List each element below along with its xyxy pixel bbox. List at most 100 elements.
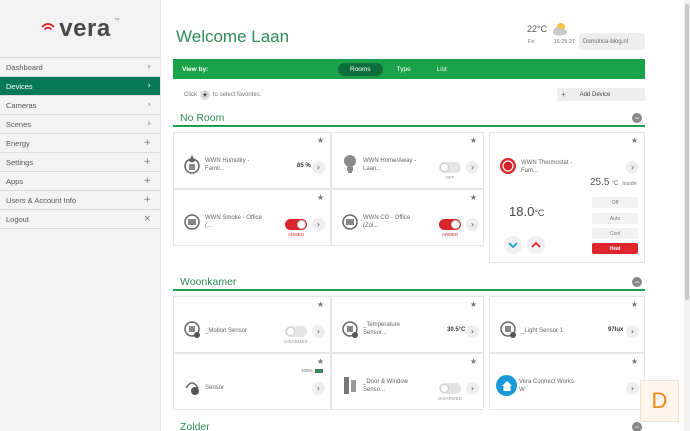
device-details-button[interactable]: › <box>312 161 325 174</box>
device-name[interactable]: WWN CO - Office (Zol... <box>363 214 423 230</box>
favorite-star-icon[interactable]: ★ <box>631 300 638 309</box>
favorite-star-icon[interactable]: ★ <box>470 357 477 366</box>
battery-indicator: 100% <box>301 368 323 373</box>
device-name[interactable]: _Light Sensor 1 <box>521 327 581 335</box>
sidebar-item-cameras[interactable]: Cameras › <box>0 96 160 115</box>
favorites-hint: Click ★ to select favorites. <box>184 90 261 100</box>
battery-fill <box>315 369 322 372</box>
device-card-vera-connect: ★ Vera Connect Works W › <box>489 353 645 410</box>
device-toggle[interactable] <box>439 162 461 173</box>
device-details-button[interactable]: › <box>626 382 639 395</box>
chevron-right-icon: › <box>147 62 151 72</box>
collapse-button[interactable]: − <box>632 113 642 123</box>
mode-heat-button[interactable]: Heat <box>592 243 638 254</box>
sidebar-item-dashboard[interactable]: Dashboard › <box>0 58 160 77</box>
favorite-star-icon[interactable]: ★ <box>470 136 477 145</box>
chevron-down-icon <box>508 242 518 248</box>
vera-logo[interactable]: vera ™ <box>0 0 160 57</box>
tab-rooms[interactable]: Rooms <box>338 63 383 76</box>
room-header-woonkamer: Woonkamer − <box>173 275 645 291</box>
device-details-button[interactable]: › <box>466 218 479 231</box>
device-name[interactable]: _Temperature Sensor... <box>363 321 423 337</box>
favorite-star-icon[interactable]: ★ <box>317 136 324 145</box>
device-name[interactable]: WWN Home/Away - Laan... <box>363 157 423 173</box>
smoke-detector-icon <box>184 214 200 230</box>
logo-trademark: ™ <box>113 18 120 24</box>
device-state: DISARMED <box>438 396 462 401</box>
device-details-button[interactable]: › <box>466 382 479 395</box>
device-name[interactable]: WWN Smoke - Office (... <box>205 214 265 230</box>
sidebar-nav: Dashboard › Devices › Cameras › Scenes › Ene… <box>0 57 160 229</box>
device-details-button[interactable]: › <box>312 325 325 338</box>
view-tabs: Rooms Type List <box>338 63 459 76</box>
add-device-button[interactable]: + Add Device <box>557 88 645 101</box>
current-temperature: 25.5 °C Inside <box>590 177 637 188</box>
scrollbar[interactable] <box>684 0 690 431</box>
device-name[interactable]: WWN Thermostat - Fam... <box>521 159 581 175</box>
door-sensor-icon <box>344 377 356 394</box>
setpoint-value: 18.0 <box>509 204 535 219</box>
favorite-star-icon[interactable]: ★ <box>631 136 638 145</box>
sidebar-item-scenes[interactable]: Scenes › <box>0 115 160 134</box>
device-toggle[interactable] <box>439 383 461 394</box>
sidebar-item-energy[interactable]: Energy + <box>0 134 160 153</box>
favorite-star-icon[interactable]: ★ <box>317 193 324 202</box>
favorite-star-icon[interactable]: ★ <box>317 357 324 366</box>
temperature-down-button[interactable] <box>504 236 522 254</box>
device-name[interactable]: Sensor <box>205 384 265 392</box>
scrollbar-thumb[interactable] <box>685 4 689 300</box>
sidebar-item-users[interactable]: Users & Account Info + <box>0 191 160 210</box>
partly-cloudy-icon <box>553 23 568 36</box>
mode-auto-button[interactable]: Auto <box>592 213 638 224</box>
sidebar-item-label: Cameras <box>6 100 37 110</box>
light-sensor-icon <box>500 321 516 338</box>
device-name[interactable]: _Door & Window Senso... <box>363 378 423 394</box>
device-details-button[interactable]: › <box>466 161 479 174</box>
mode-off-button[interactable]: Off <box>592 197 638 208</box>
favorite-star-icon[interactable]: ★ <box>317 300 324 309</box>
device-details-button[interactable]: › <box>312 382 325 395</box>
device-card-home-away: ★ WWN Home/Away - Laan... OFF › <box>331 132 484 189</box>
mode-cool-button[interactable]: Cool <box>592 228 638 239</box>
tab-type[interactable]: Type <box>385 63 423 76</box>
chevron-right-icon: › <box>147 81 151 91</box>
setpoint: 18.0°C <box>509 204 544 219</box>
site-badge: Domotica-blog.nl <box>579 33 645 50</box>
device-details-button[interactable]: › <box>626 325 639 338</box>
device-card-temperature: ★ _Temperature Sensor... 30.5°C › <box>331 296 484 353</box>
device-toggle[interactable] <box>285 219 307 230</box>
watermark-badge: D <box>640 380 679 422</box>
device-details-button[interactable]: › <box>312 218 325 231</box>
sidebar-item-devices[interactable]: Devices › <box>0 77 160 96</box>
weather-widget: 22°C <box>527 22 577 36</box>
device-details-button[interactable]: › <box>626 161 639 174</box>
device-state: OFF <box>445 175 455 180</box>
device-toggle[interactable] <box>285 326 307 337</box>
temperature-up-button[interactable] <box>527 236 545 254</box>
favorite-star-icon[interactable]: ★ <box>631 357 638 366</box>
device-name[interactable]: WWN Humidity - Famil... <box>205 157 265 173</box>
motion-sensor-icon <box>184 321 200 338</box>
sidebar-item-apps[interactable]: Apps + <box>0 172 160 191</box>
sidebar-item-settings[interactable]: Settings + <box>0 153 160 172</box>
plus-icon: + <box>143 138 151 148</box>
plus-icon: + <box>561 90 566 99</box>
tab-list[interactable]: List <box>425 63 459 76</box>
room-name: No Room <box>180 112 225 124</box>
device-name[interactable]: Vera Connect Works W <box>519 378 579 394</box>
device-details-button[interactable]: › <box>466 325 479 338</box>
collapse-button[interactable]: − <box>632 277 642 287</box>
device-toggle[interactable] <box>439 219 461 230</box>
favorite-star-icon[interactable]: ★ <box>470 300 477 309</box>
room-header-zolder: Zolder − <box>173 420 645 431</box>
device-name[interactable]: _Motion Sensor <box>205 327 265 335</box>
page-title: Welcome Laan <box>176 27 290 46</box>
device-state: ARMED <box>441 232 459 237</box>
add-device-label: Add Device <box>579 91 611 98</box>
collapse-button[interactable]: − <box>632 422 642 431</box>
humidity-sensor-icon <box>184 155 200 174</box>
favorite-star-icon[interactable]: ★ <box>470 193 477 202</box>
sidebar-item-logout[interactable]: Logout × <box>0 210 160 229</box>
device-card-smoke: ★ WWN Smoke - Office (... ARMED › <box>173 189 331 246</box>
device-card-motion: ★ _Motion Sensor DISARMED › <box>173 296 331 353</box>
